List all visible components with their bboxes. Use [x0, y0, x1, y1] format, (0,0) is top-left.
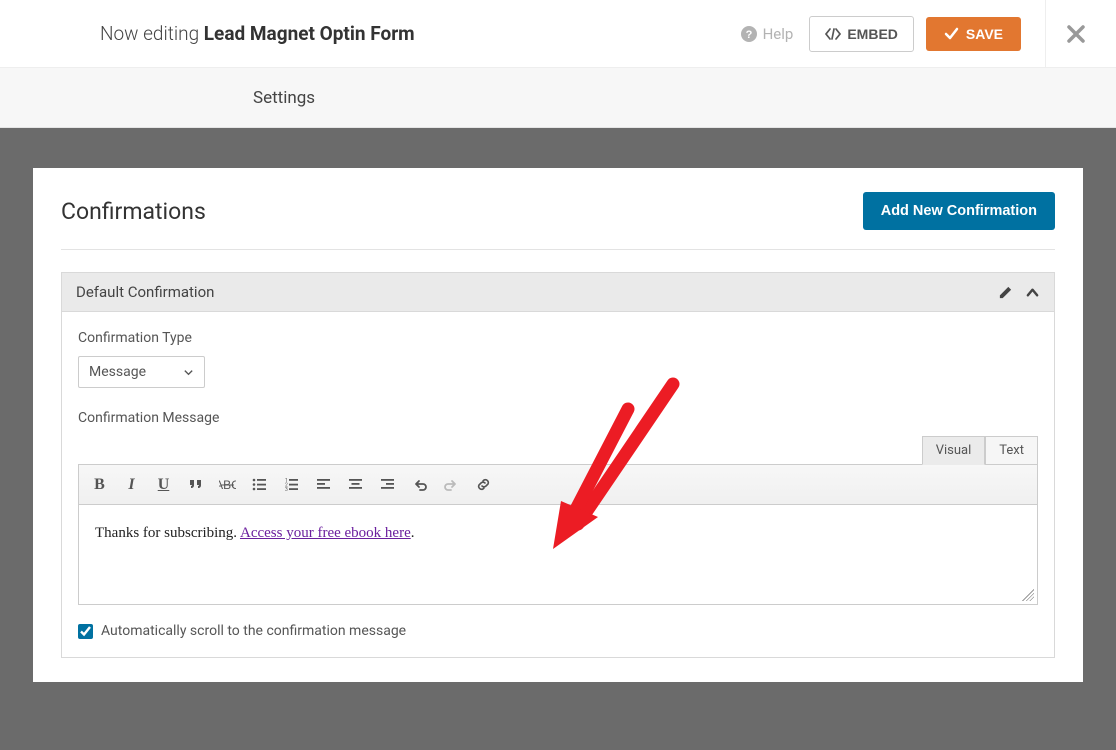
editor: Visual Text B I U ABC 123 — [78, 436, 1038, 605]
editor-tabs: Visual Text — [78, 436, 1038, 465]
embed-button[interactable]: EMBED — [809, 16, 914, 52]
editing-prefix: Now editing — [100, 22, 199, 45]
chevron-up-icon[interactable] — [1025, 285, 1040, 300]
editor-tab-text[interactable]: Text — [985, 436, 1038, 465]
save-button[interactable]: SAVE — [926, 17, 1021, 51]
message-link[interactable]: Access your free ebook here — [240, 525, 411, 541]
confirmation-message-label: Confirmation Message — [78, 410, 1038, 426]
confirmation-item: Default Confirmation Confirmation Type M… — [61, 272, 1055, 658]
bullet-list-button[interactable] — [246, 471, 273, 498]
editing-label: Now editing Lead Magnet Optin Form — [100, 22, 741, 45]
check-icon — [944, 26, 959, 41]
confirmation-type-value: Message — [89, 364, 146, 380]
code-icon — [825, 27, 841, 41]
undo-button[interactable] — [406, 471, 433, 498]
align-right-button[interactable] — [374, 471, 401, 498]
save-label: SAVE — [966, 26, 1003, 42]
redo-button[interactable] — [438, 471, 465, 498]
strikethrough-button[interactable]: ABC — [214, 471, 241, 498]
autoscroll-row[interactable]: Automatically scroll to the confirmation… — [78, 623, 1038, 639]
blockquote-button[interactable] — [182, 471, 209, 498]
autoscroll-checkbox[interactable] — [78, 624, 93, 639]
close-button[interactable] — [1056, 24, 1096, 44]
editor-toolbar: B I U ABC 123 — [78, 464, 1038, 505]
form-name: Lead Magnet Optin Form — [204, 22, 415, 45]
numbered-list-button[interactable]: 123 — [278, 471, 305, 498]
edit-icon[interactable] — [998, 285, 1013, 300]
confirmation-body: Confirmation Type Message Confirmation M… — [62, 312, 1054, 657]
embed-label: EMBED — [847, 26, 898, 42]
content-wrap: Confirmations Add New Confirmation Defau… — [0, 128, 1116, 750]
message-text-after: . — [411, 525, 415, 541]
editor-tab-visual[interactable]: Visual — [922, 436, 986, 465]
confirmation-type-select[interactable]: Message — [78, 356, 205, 388]
panel-header: Confirmations Add New Confirmation — [61, 192, 1055, 250]
editor-content[interactable]: Thanks for subscribing. Access your free… — [78, 505, 1038, 605]
help-button[interactable]: ? Help — [741, 25, 794, 43]
chevron-down-icon — [183, 367, 194, 378]
link-button[interactable] — [470, 471, 497, 498]
help-label: Help — [763, 25, 794, 43]
top-bar: Now editing Lead Magnet Optin Form ? Hel… — [0, 0, 1116, 68]
resize-handle[interactable] — [1022, 589, 1034, 601]
help-icon: ? — [741, 26, 757, 42]
align-left-button[interactable] — [310, 471, 337, 498]
message-text-before: Thanks for subscribing. — [95, 525, 240, 541]
autoscroll-label: Automatically scroll to the confirmation… — [101, 623, 406, 639]
confirmation-type-label: Confirmation Type — [78, 330, 1038, 346]
italic-button[interactable]: I — [118, 471, 145, 498]
confirmations-panel: Confirmations Add New Confirmation Defau… — [33, 168, 1083, 682]
add-confirmation-button[interactable]: Add New Confirmation — [863, 192, 1055, 230]
confirmation-name: Default Confirmation — [76, 283, 214, 301]
tabs-bar: Settings — [0, 68, 1116, 128]
bold-button[interactable]: B — [86, 471, 113, 498]
divider — [1045, 0, 1046, 68]
align-center-button[interactable] — [342, 471, 369, 498]
svg-text:3: 3 — [285, 487, 288, 493]
underline-button[interactable]: U — [150, 471, 177, 498]
tab-settings[interactable]: Settings — [253, 88, 315, 108]
confirmation-header[interactable]: Default Confirmation — [62, 273, 1054, 312]
panel-title: Confirmations — [61, 198, 206, 225]
svg-text:?: ? — [745, 29, 752, 41]
close-icon — [1066, 24, 1086, 44]
confirmation-actions — [998, 285, 1040, 300]
